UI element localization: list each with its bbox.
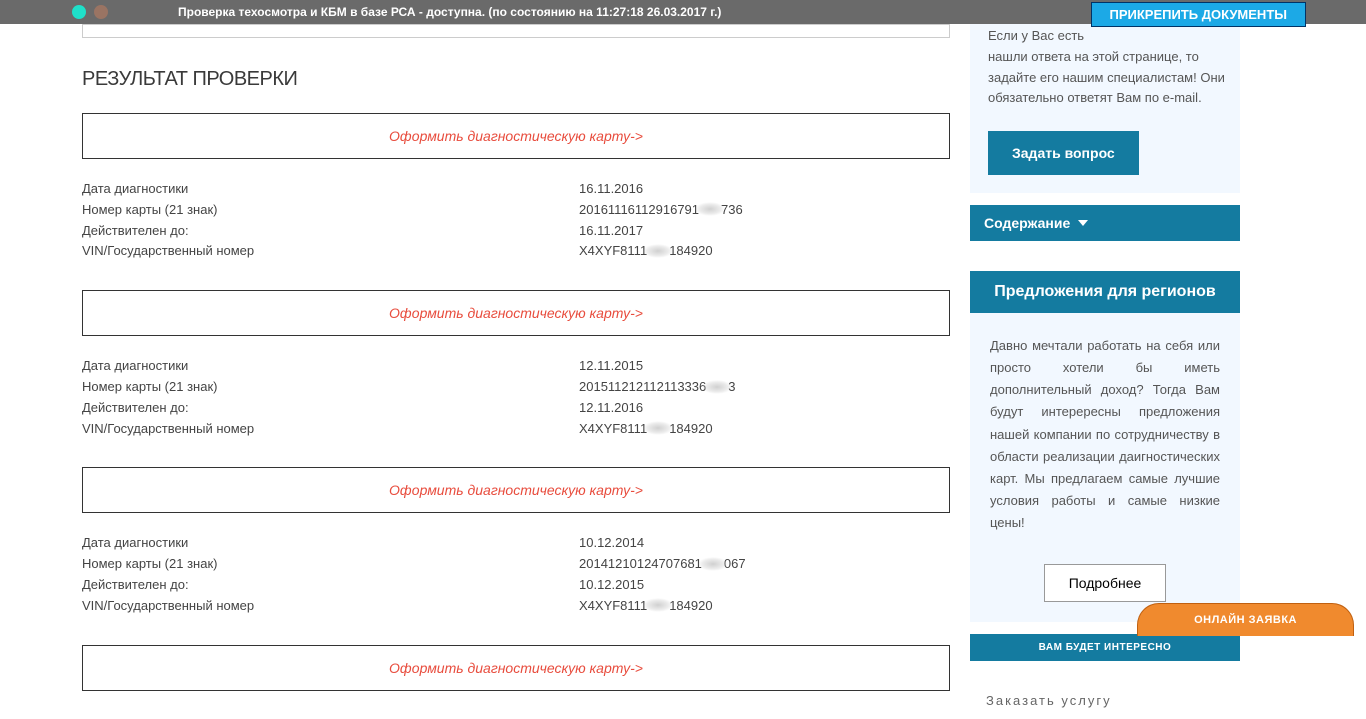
offers-header: Предложения для регионов <box>970 271 1240 313</box>
offers-text: Давно мечтали работать на себя или прост… <box>970 313 1240 564</box>
window-dot-brown[interactable] <box>94 5 108 19</box>
label-date: Дата диагностики <box>82 533 579 554</box>
label-valid: Действителен до: <box>82 398 579 419</box>
result-block: Оформить диагностическую карту-> Дата ди… <box>82 113 950 262</box>
interest-bar[interactable]: ВАМ БУДЕТ ИНТЕРЕСНО <box>970 634 1240 661</box>
blur-spot <box>643 244 673 258</box>
window-controls <box>72 5 108 19</box>
order-service-link[interactable]: Заказать услугу <box>970 685 1128 716</box>
main-content: РЕЗУЛЬТАТ ПРОВЕРКИ Оформить диагностичес… <box>0 24 970 719</box>
result-block: Оформить диагностическую карту-> <box>82 645 950 691</box>
label-card: Номер карты (21 знак) <box>82 200 579 221</box>
status-text: Проверка техосмотра и КБМ в базе РСА - д… <box>178 5 721 19</box>
result-block: Оформить диагностическую карту-> Дата ди… <box>82 467 950 616</box>
input-placeholder-box <box>82 24 950 38</box>
value-valid: 10.12.2015 <box>579 575 644 596</box>
value-date: 12.11.2015 <box>579 356 643 377</box>
help-text: Если у Вас есть нашли ответа на этой стр… <box>988 26 1240 109</box>
label-valid: Действителен до: <box>82 221 579 242</box>
value-date: 10.12.2014 <box>579 533 644 554</box>
value-valid: 16.11.2017 <box>579 221 643 242</box>
diag-card-link[interactable]: Оформить диагностическую карту-> <box>389 660 643 676</box>
offers-panel: Предложения для регионов Давно мечтали р… <box>970 271 1240 622</box>
result-block: Оформить диагностическую карту-> Дата ди… <box>82 290 950 439</box>
blur-spot <box>698 557 728 571</box>
value-date: 16.11.2016 <box>579 179 643 200</box>
label-date: Дата диагностики <box>82 179 579 200</box>
attach-documents-button[interactable]: ПРИКРЕПИТЬ ДОКУМЕНТЫ <box>1091 2 1307 27</box>
diag-card-link[interactable]: Оформить диагностическую карту-> <box>389 305 643 321</box>
value-card: 2015112121121133363 <box>579 377 735 398</box>
label-card: Номер карты (21 знак) <box>82 377 579 398</box>
value-vin: X4XYF8111184920 <box>579 596 713 617</box>
value-vin: X4XYF8111184920 <box>579 419 713 440</box>
label-vin: VIN/Государственный номер <box>82 241 579 262</box>
diag-card-link[interactable]: Оформить диагностическую карту-> <box>389 128 643 144</box>
value-card: 20141210124707681067 <box>579 554 746 575</box>
diag-card-link[interactable]: Оформить диагностическую карту-> <box>389 482 643 498</box>
value-valid: 12.11.2016 <box>579 398 643 419</box>
label-card: Номер карты (21 знак) <box>82 554 579 575</box>
label-vin: VIN/Государственный номер <box>82 596 579 617</box>
contents-toggle[interactable]: Содержание <box>970 205 1240 241</box>
label-date: Дата диагностики <box>82 356 579 377</box>
blur-spot <box>702 380 732 394</box>
diag-card-link-box: Оформить диагностическую карту-> <box>82 113 950 159</box>
contents-label: Содержание <box>984 215 1070 231</box>
online-request-button[interactable]: ОНЛАЙН ЗАЯВКА <box>1137 603 1354 636</box>
label-valid: Действителен до: <box>82 575 579 596</box>
value-card: 20161116112916791736 <box>579 200 743 221</box>
diag-card-link-box: Оформить диагностическую карту-> <box>82 467 950 513</box>
window-dot-cyan[interactable] <box>72 5 86 19</box>
result-heading: РЕЗУЛЬТАТ ПРОВЕРКИ <box>82 68 950 91</box>
more-button[interactable]: Подробнее <box>1044 564 1167 602</box>
label-vin: VIN/Государственный номер <box>82 419 579 440</box>
chevron-down-icon <box>1078 220 1088 226</box>
ask-question-button[interactable]: Задать вопрос <box>988 131 1139 175</box>
diag-card-link-box: Оформить диагностическую карту-> <box>82 645 950 691</box>
diag-card-link-box: Оформить диагностическую карту-> <box>82 290 950 336</box>
value-vin: X4XYF8111184920 <box>579 241 713 262</box>
